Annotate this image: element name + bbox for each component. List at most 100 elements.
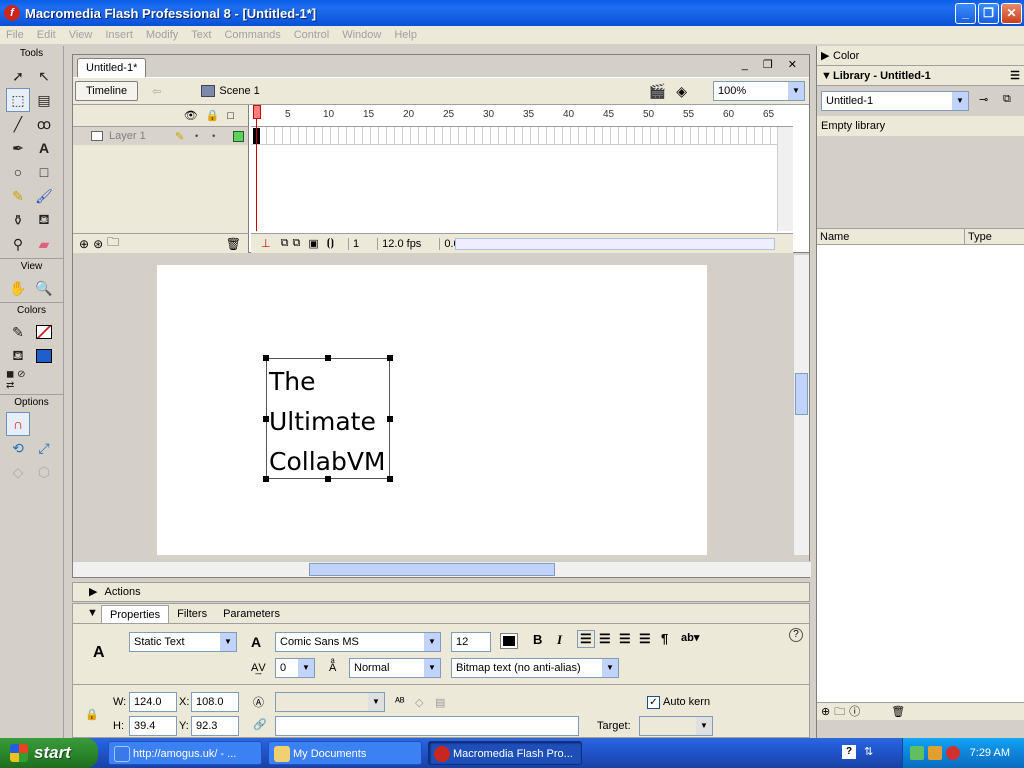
paint-bucket-tool-icon[interactable]: ⛾ (32, 208, 56, 232)
panel-menu-icon[interactable]: ☰ (1010, 66, 1020, 86)
scene-name[interactable]: Scene 1 (219, 85, 259, 97)
insert-folder-icon[interactable]: 🗀 (107, 233, 119, 254)
text-type-select[interactable]: Static Text ▼ (129, 632, 237, 652)
transform-handle[interactable] (263, 476, 269, 482)
line-tool-icon[interactable]: ╱ (6, 112, 30, 136)
new-symbol-icon[interactable]: ⊕ (821, 706, 834, 718)
lasso-tool-icon[interactable]: ꝏ (32, 112, 56, 136)
transform-handle[interactable] (263, 416, 269, 422)
transform-handle[interactable] (387, 355, 393, 361)
timeline-horizontal-scrollbar[interactable] (455, 238, 775, 250)
text-orientation-icon[interactable]: ab▾ (681, 631, 699, 644)
edit-symbols-icon[interactable]: ◈ (676, 83, 697, 99)
snap-to-objects-icon[interactable]: ∩ (6, 412, 30, 436)
insert-layer-icon[interactable]: ⊕ (79, 237, 89, 251)
library-document-select[interactable]: Untitled-1 ▼ (821, 91, 969, 111)
border-icon[interactable]: ▤ (435, 696, 445, 709)
brush-tool-icon[interactable]: 🖌 (32, 184, 56, 208)
chevron-down-icon[interactable]: ▼ (952, 92, 968, 110)
expand-arrow-icon[interactable]: ▶ (821, 46, 829, 66)
rotate-skew-icon[interactable]: ⟲ (6, 436, 30, 460)
text-tool-icon[interactable]: A (32, 136, 56, 160)
default-colors-icon[interactable]: ◼ ⊘ ⇄ (6, 368, 30, 392)
transform-handle[interactable] (263, 355, 269, 361)
close-button[interactable]: ✕ (1001, 2, 1022, 24)
timeline-vertical-scrollbar[interactable] (777, 127, 793, 231)
timeline-toggle-button[interactable]: Timeline (75, 81, 139, 101)
taskbar-item-browser[interactable]: http://amogus.uk/ - ... (108, 741, 262, 765)
playhead[interactable] (253, 105, 261, 253)
network-icon[interactable]: ⇅ (864, 745, 878, 759)
stage-horizontal-scrollbar[interactable] (73, 561, 811, 577)
layer-row[interactable]: Layer 1 ✎ •• (73, 127, 248, 145)
menu-view[interactable]: View (63, 29, 100, 41)
frame-ruler[interactable]: 1 5 10 15 20 25 30 35 40 45 50 55 60 65 (251, 105, 793, 127)
menu-control[interactable]: Control (288, 29, 336, 41)
render-html-icon[interactable]: ◇ (415, 696, 423, 709)
back-arrow-icon[interactable]: ⇦ (152, 85, 161, 98)
column-name[interactable]: Name (817, 229, 965, 244)
edit-scene-icon[interactable]: 🎬 (649, 83, 676, 99)
justify-icon[interactable]: ☰ (639, 631, 651, 647)
zoom-tool-icon[interactable]: 🔍 (32, 276, 56, 300)
paragraph-format-icon[interactable]: ¶ (661, 631, 668, 646)
pen-tool-icon[interactable]: ✒ (6, 136, 30, 160)
eyedropper-tool-icon[interactable]: ⚲ (6, 232, 30, 256)
frames-area[interactable]: 1 5 10 15 20 25 30 35 40 45 50 55 60 65 (251, 105, 793, 253)
modify-onion-markers-icon[interactable]: ⦗⦘ (327, 237, 334, 250)
tab-filters[interactable]: Filters (169, 605, 215, 623)
menu-window[interactable]: Window (336, 29, 388, 41)
selection-tool-icon[interactable]: ➚ (6, 64, 30, 88)
rectangle-tool-icon[interactable]: □ (32, 160, 56, 184)
add-motion-guide-icon[interactable]: ⊛ (93, 237, 103, 251)
minimize-button[interactable]: _ (955, 2, 976, 24)
menu-modify[interactable]: Modify (140, 29, 185, 41)
pencil-tool-icon[interactable]: ✎ (6, 184, 30, 208)
start-button[interactable]: start (0, 738, 98, 768)
help-icon[interactable]: ? (842, 745, 856, 759)
layer-visibility-dots[interactable]: •• (195, 131, 229, 141)
collapse-arrow-icon[interactable]: ▼ (87, 607, 98, 619)
text-color-swatch[interactable] (500, 633, 518, 649)
align-left-icon[interactable]: ☰ (577, 630, 595, 648)
x-input[interactable]: 108.0 (191, 692, 239, 712)
taskbar-item-my-documents[interactable]: My Documents (268, 741, 422, 765)
collapse-arrow-icon[interactable]: ▼ (821, 66, 832, 86)
menu-help[interactable]: Help (388, 29, 424, 41)
gradient-transform-tool-icon[interactable]: ▤ (32, 88, 56, 112)
fill-color-swatch[interactable] (32, 344, 56, 368)
transform-handle[interactable] (325, 355, 331, 361)
layer-name[interactable]: Layer 1 (109, 130, 146, 142)
delete-icon[interactable]: 🗑 (891, 706, 909, 718)
library-panel-header[interactable]: ▼ Library - Untitled-1 ☰ (817, 66, 1024, 86)
expand-arrow-icon[interactable]: ▶ (89, 586, 97, 598)
tab-parameters[interactable]: Parameters (215, 605, 288, 623)
auto-kern-checkbox[interactable]: ✓ (647, 696, 660, 709)
italic-button[interactable]: I (557, 632, 562, 648)
document-tab[interactable]: Untitled-1* (77, 58, 147, 77)
align-center-icon[interactable]: ☰ (599, 631, 611, 647)
char-position-select[interactable]: Normal ▼ (349, 658, 441, 678)
stage-pasteboard[interactable]: The Ultimate CollabVM (73, 255, 793, 555)
eraser-tool-icon[interactable]: ▰ (32, 232, 56, 256)
actions-panel-header[interactable]: ▶ Actions (72, 582, 810, 602)
url-link-input[interactable] (275, 716, 579, 736)
menu-commands[interactable]: Commands (218, 29, 287, 41)
align-right-icon[interactable]: ☰ (619, 631, 631, 647)
free-transform-tool-icon[interactable]: ⬚ (6, 88, 30, 112)
font-select[interactable]: Comic Sans MS ▼ (275, 632, 441, 652)
stroke-color-swatch[interactable] (32, 320, 56, 344)
menu-file[interactable]: File (0, 29, 31, 41)
taskbar-item-flash[interactable]: Macromedia Flash Pro... (428, 741, 582, 765)
new-library-panel-icon[interactable]: ⧉ (1003, 93, 1011, 106)
properties-icon[interactable]: ⓘ (849, 706, 864, 718)
tray-network-icon[interactable] (909, 746, 924, 760)
edit-multiple-frames-icon[interactable]: ▣ (308, 237, 318, 250)
frame-rate[interactable]: 12.0 fps (377, 237, 425, 250)
chevron-down-icon[interactable]: ▼ (788, 82, 804, 100)
tray-app-icon[interactable] (927, 746, 942, 760)
help-icon[interactable]: ? (789, 628, 803, 642)
static-text-box[interactable]: The Ultimate CollabVM (263, 355, 393, 482)
new-folder-icon[interactable]: 🗀 (834, 706, 849, 718)
lock-icon[interactable]: 🔒 (85, 708, 99, 721)
